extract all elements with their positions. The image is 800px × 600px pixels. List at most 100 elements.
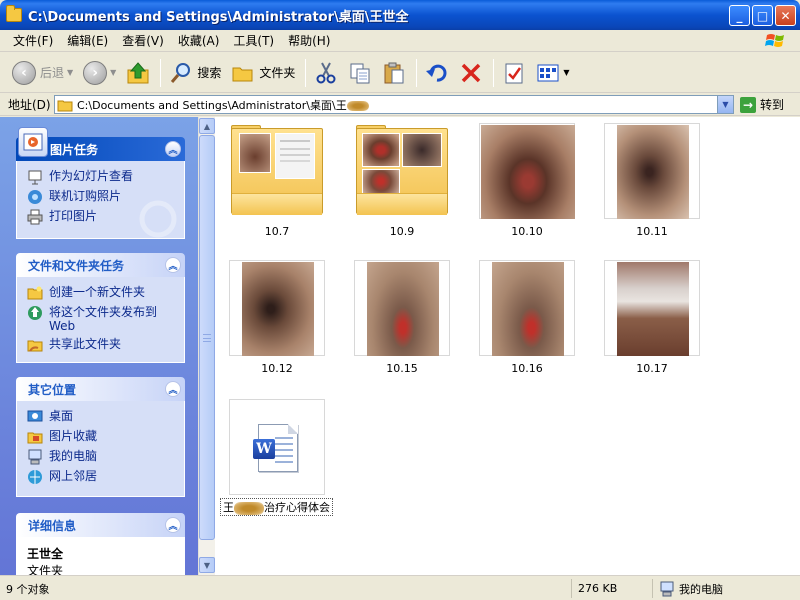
photo-item[interactable]: 10.15: [354, 260, 450, 375]
computer-icon: [27, 449, 43, 465]
folders-button[interactable]: 文件夹: [227, 56, 299, 90]
task-new-folder[interactable]: 创建一个新文件夹: [27, 285, 174, 301]
scissors-icon: [316, 62, 336, 83]
photo-item[interactable]: 10.11: [604, 123, 700, 238]
picture-tasks-header[interactable]: 图片任务 ︽: [16, 127, 185, 161]
folder-item[interactable]: 10.9: [354, 123, 450, 238]
photo-item[interactable]: 10.17: [604, 260, 700, 375]
order-prints-icon: [27, 189, 43, 205]
folder-icon: [6, 5, 22, 22]
details-panel: 详细信息 ︽ 王世全 文件夹: [16, 513, 185, 575]
menu-favorites[interactable]: 收藏(A): [171, 31, 227, 51]
item-label: 10.7: [264, 225, 290, 238]
collapse-chevron-icon[interactable]: ︽: [165, 257, 181, 273]
cut-button[interactable]: [310, 56, 342, 90]
detail-type: 文件夹: [27, 564, 64, 575]
computer-icon: [660, 581, 674, 596]
task-publish-web[interactable]: 将这个文件夹发布到 Web: [27, 305, 174, 333]
close-button[interactable]: ✕: [775, 5, 796, 26]
properties-button[interactable]: [498, 56, 530, 90]
word-document-item[interactable]: W: [229, 399, 325, 495]
printer-icon: [27, 209, 43, 225]
other-places-body: 桌面 图片收藏 我的电脑 网上邻居: [16, 401, 185, 497]
photo-item[interactable]: 10.10: [479, 123, 575, 238]
toolbar-separator: [416, 58, 418, 87]
chevron-down-icon: ▼: [110, 68, 117, 77]
word-document-label[interactable]: 王治疗心得体会: [220, 498, 333, 516]
place-desktop[interactable]: 桌面: [27, 409, 174, 425]
status-object-count: 9 个对象: [6, 582, 50, 596]
minimize-button[interactable]: _: [729, 5, 750, 26]
windows-logo-icon: [765, 34, 784, 47]
photo-thumbnail: [617, 262, 689, 356]
delete-x-icon: [462, 63, 481, 82]
address-input[interactable]: C:\Documents and Settings\Administrator\…: [54, 95, 734, 114]
slideshow-icon: [27, 169, 43, 185]
photo-item[interactable]: 10.16: [479, 260, 575, 375]
menu-file[interactable]: 文件(F): [6, 31, 60, 51]
status-location: 我的电脑: [652, 579, 800, 598]
search-icon: [171, 62, 191, 83]
chevron-down-icon: ▼: [67, 68, 74, 77]
status-size: 276 KB: [571, 579, 651, 598]
menu-edit[interactable]: 编辑(E): [60, 31, 115, 51]
status-bar: 9 个对象 276 KB 我的电脑: [0, 575, 800, 600]
title-bar[interactable]: C:\Documents and Settings\Administrator\…: [0, 0, 800, 30]
place-network[interactable]: 网上邻居: [27, 469, 174, 485]
file-tasks-body: 创建一个新文件夹 将这个文件夹发布到 Web 共享此文件夹: [16, 277, 185, 363]
scroll-up-button[interactable]: ▲: [199, 118, 215, 134]
views-icon: [537, 64, 559, 81]
item-label: 10.9: [389, 225, 415, 238]
toolbar: ‹ 后退 ▼ › ▼ 搜索 文件夹 ▼: [0, 53, 800, 93]
forward-button[interactable]: › ▼: [79, 56, 120, 90]
folder-item[interactable]: 10.7: [229, 123, 325, 238]
task-share-folder[interactable]: 共享此文件夹: [27, 337, 174, 353]
task-slideshow[interactable]: 作为幻灯片查看: [27, 169, 174, 185]
collapse-chevron-icon[interactable]: ︽: [165, 381, 181, 397]
new-folder-icon: [27, 285, 43, 301]
search-button[interactable]: 搜索: [165, 56, 225, 90]
thumbnail-preview: [239, 133, 271, 173]
copy-button[interactable]: [344, 56, 376, 90]
item-label: 10.17: [636, 362, 668, 375]
back-arrow-icon: ‹: [12, 60, 36, 85]
redacted-blur: [346, 100, 369, 111]
my-pictures-icon: [27, 429, 43, 445]
address-bar: 地址(D) C:\Documents and Settings\Administ…: [0, 94, 800, 116]
task-pane-scrollbar[interactable]: ▲ ▼: [198, 117, 215, 575]
back-button[interactable]: ‹ 后退 ▼: [8, 56, 77, 90]
delete-button[interactable]: [455, 56, 487, 90]
go-button[interactable]: → 转到: [740, 96, 784, 113]
address-path: C:\Documents and Settings\Administrator\…: [77, 97, 369, 113]
address-label: 地址(D): [8, 98, 51, 112]
maximize-button[interactable]: □: [752, 5, 773, 26]
views-button[interactable]: ▼: [532, 56, 573, 90]
up-folder-button[interactable]: [122, 56, 154, 90]
file-tasks-header[interactable]: 文件和文件夹任务 ︽: [16, 253, 185, 277]
menu-tools[interactable]: 工具(T): [226, 31, 281, 51]
scroll-down-button[interactable]: ▼: [199, 557, 215, 573]
go-arrow-icon: →: [740, 96, 756, 113]
other-places-header[interactable]: 其它位置 ︽: [16, 377, 185, 401]
up-folder-icon: [127, 61, 149, 83]
place-my-computer[interactable]: 我的电脑: [27, 449, 174, 465]
place-my-pictures[interactable]: 图片收藏: [27, 429, 174, 445]
details-header[interactable]: 详细信息 ︽: [16, 513, 185, 537]
undo-button[interactable]: [421, 56, 453, 90]
details-body: 王世全 文件夹: [16, 537, 185, 575]
photo-item[interactable]: 10.12: [229, 260, 325, 375]
item-label: 10.15: [386, 362, 418, 375]
share-folder-icon: [27, 337, 43, 353]
toolbar-separator: [493, 58, 495, 87]
scroll-thumb[interactable]: [199, 135, 215, 540]
photo-thumbnail: [617, 125, 689, 219]
menu-help[interactable]: 帮助(H): [281, 31, 337, 51]
address-dropdown-button[interactable]: ▼: [717, 96, 733, 113]
collapse-chevron-icon[interactable]: ︽: [165, 141, 181, 157]
paste-button[interactable]: [378, 56, 410, 90]
menu-view[interactable]: 查看(V): [115, 31, 171, 51]
collapse-chevron-icon[interactable]: ︽: [165, 517, 181, 533]
file-tasks-panel: 文件和文件夹任务 ︽ 创建一个新文件夹 将这个文件夹发布到 Web 共享此文件夹: [16, 253, 185, 363]
redacted-blur: [234, 501, 264, 515]
item-label: 10.16: [511, 362, 543, 375]
